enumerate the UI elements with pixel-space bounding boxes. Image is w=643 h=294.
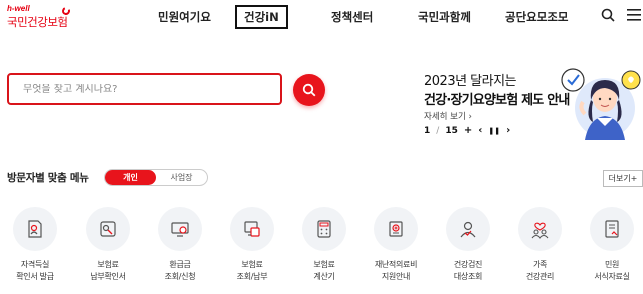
nav-item-policy-center[interactable]: 정책센터 bbox=[331, 9, 373, 25]
nav-item-with-people[interactable]: 국민과함께 bbox=[418, 9, 471, 25]
quick-menu-label-line1: 보험료 bbox=[241, 260, 263, 269]
quick-menu-icon-circle bbox=[374, 207, 418, 251]
payment-monitor-icon bbox=[244, 221, 260, 237]
quick-menu-label-line1: 자격득실 bbox=[20, 260, 50, 269]
search-input[interactable] bbox=[23, 83, 266, 95]
quick-menu-item[interactable]: 자격득실확인서 발급 bbox=[5, 207, 65, 283]
banner-title-line1: 2023년 달라지는 bbox=[424, 74, 517, 89]
search-button[interactable] bbox=[293, 74, 325, 106]
quick-menu-title: 방문자별 맞춤 메뉴 bbox=[7, 172, 89, 184]
banner-more-link[interactable]: 자세히 보기 › bbox=[424, 110, 472, 122]
quick-menu-label-line2: 건강관리 bbox=[525, 272, 555, 281]
refund-monitor-icon bbox=[171, 222, 189, 237]
family-icon bbox=[531, 222, 549, 239]
banner-illustration-icon bbox=[561, 68, 641, 140]
quick-menu-label-line2: 확인서 발급 bbox=[16, 272, 54, 281]
quick-menu-item[interactable]: 민원서식자료실 bbox=[582, 207, 642, 283]
nav-item-nhis-info[interactable]: 공단요모조모 bbox=[505, 9, 568, 25]
quick-menu-label-line2: 대상조회 bbox=[453, 272, 483, 281]
quick-menu-icon-circle bbox=[230, 207, 274, 251]
quick-menu-item[interactable]: 보험료조회/납부 bbox=[222, 207, 282, 283]
main-nav: 민원여기요 건강iN 정책센터 국민과함께 공단요모조모 bbox=[0, 0, 643, 34]
search-box bbox=[7, 73, 282, 105]
menu-icon[interactable] bbox=[627, 9, 641, 21]
quick-menu-label-line2: 조회/납부 bbox=[236, 272, 268, 281]
quick-menu-label-line1: 민원 bbox=[604, 260, 620, 269]
pager-add-button[interactable]: + bbox=[464, 125, 472, 136]
quick-menu-item[interactable]: 재난적의료비지원안내 bbox=[366, 207, 426, 283]
quick-menu-item[interactable]: 건강검진대상조회 bbox=[438, 207, 498, 283]
quick-menu-icon-circle bbox=[302, 207, 346, 251]
quick-menu-label-line1: 가족 bbox=[532, 260, 548, 269]
quick-menu-label-line2: 계산기 bbox=[313, 272, 335, 281]
visitor-type-toggle: 개인 사업장 bbox=[104, 169, 208, 186]
quick-menu-label-line2: 조회/신청 bbox=[164, 272, 196, 281]
quick-menu-icon-circle bbox=[158, 207, 202, 251]
toggle-business[interactable]: 사업장 bbox=[156, 170, 207, 185]
quick-menu-label-line1: 보험료 bbox=[97, 260, 119, 269]
quick-menu-item[interactable]: 보험료계산기 bbox=[294, 207, 354, 283]
quick-menu-item[interactable]: 보험료납부확인서 bbox=[78, 207, 138, 283]
pager-current: 1 bbox=[424, 125, 431, 136]
checkup-person-icon bbox=[460, 221, 476, 238]
pager-total: 15 bbox=[445, 125, 458, 136]
quick-menu-icon-circle bbox=[86, 207, 130, 251]
quick-menu-label-line1: 재난적의료비 bbox=[374, 260, 418, 269]
pager-pause-button[interactable]: ❚❚ bbox=[488, 127, 500, 135]
quick-menu-icon-circle bbox=[518, 207, 562, 251]
quick-menu-label-line2: 서식자료실 bbox=[594, 272, 630, 281]
quick-menu-icon-circle bbox=[446, 207, 490, 251]
document-form-icon bbox=[605, 220, 619, 238]
search-icon bbox=[302, 83, 316, 97]
calculator-icon bbox=[317, 220, 331, 238]
quick-menu-label-line1: 환급금 bbox=[169, 260, 191, 269]
nav-item-minwon[interactable]: 민원여기요 bbox=[158, 9, 211, 25]
banner-title-line2: 건강·장기요양보험 제도 안내 bbox=[424, 93, 570, 108]
quick-menu-label-line1: 보험료 bbox=[313, 260, 335, 269]
banner-pager: 1 / 15 + ‹ ❚❚ › bbox=[424, 125, 510, 136]
quick-menu-icon-circle bbox=[13, 207, 57, 251]
quick-menu-label-line2: 납부확인서 bbox=[90, 272, 126, 281]
receipt-icon bbox=[100, 221, 116, 237]
pager-prev-button[interactable]: ‹ bbox=[478, 125, 482, 136]
nav-item-health-in[interactable]: 건강iN bbox=[235, 5, 288, 29]
quick-menu-icon-circle bbox=[590, 207, 634, 251]
certificate-icon bbox=[28, 220, 42, 238]
pager-next-button[interactable]: › bbox=[506, 125, 510, 136]
quick-menu-label-line1: 건강검진 bbox=[453, 260, 483, 269]
quick-menu-label-line2: 지원안내 bbox=[381, 272, 411, 281]
search-icon[interactable] bbox=[601, 8, 615, 22]
quick-menu-item[interactable]: 가족건강관리 bbox=[510, 207, 570, 283]
pager-separator: / bbox=[436, 125, 440, 136]
quick-menu-item[interactable]: 환급금조회/신청 bbox=[150, 207, 210, 283]
medical-support-icon bbox=[389, 221, 403, 237]
more-button[interactable]: 더보기+ bbox=[603, 170, 643, 187]
toggle-individual[interactable]: 개인 bbox=[105, 170, 156, 185]
